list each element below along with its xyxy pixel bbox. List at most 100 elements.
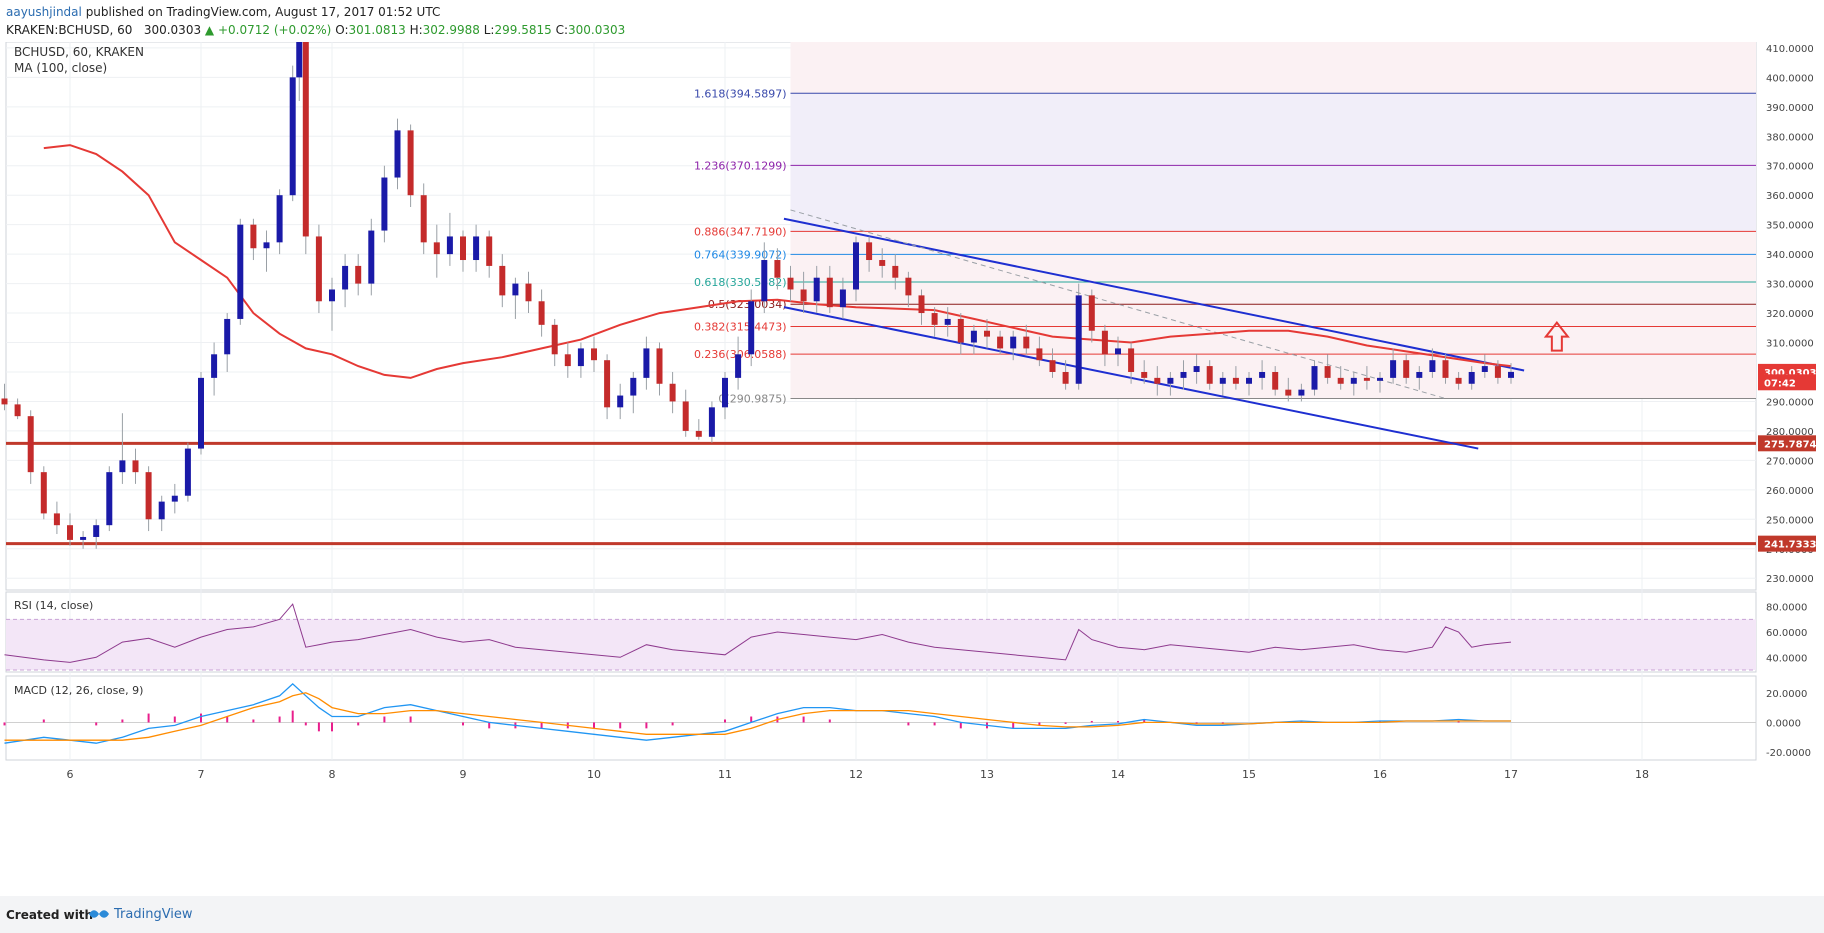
candle-body (970, 330, 977, 343)
candle-body (1259, 371, 1266, 378)
candle-body (984, 330, 990, 337)
y-tick-label: 380.0000 (1766, 132, 1814, 143)
fib-background (790, 42, 1756, 399)
x-tick-label: 9 (460, 768, 467, 781)
candle-body (1377, 377, 1383, 381)
y-tick-label: 390.0000 (1766, 103, 1814, 114)
candle-body (250, 224, 257, 249)
last-price: 300.0303 (143, 23, 202, 37)
y-tick-label: 290.0000 (1766, 397, 1814, 408)
y-tick-label: 410.0000 (1766, 44, 1814, 55)
candle-body (1337, 377, 1344, 384)
candle-body (1232, 377, 1239, 384)
candle-body (1494, 366, 1501, 378)
high-label: H: (409, 23, 423, 37)
price-label: 275.7874 (1764, 439, 1817, 450)
x-tick-label: 17 (1504, 768, 1518, 781)
candle-body (879, 260, 886, 266)
y-tick-label: 230.0000 (1766, 574, 1814, 585)
time-axis[interactable]: 6 7 8 9 10 11 12 13 14 15 16 17 18 (67, 768, 1650, 781)
chart-area[interactable]: 0(290.9875)0.236(306.0588)0.382(315.4473… (0, 41, 1824, 896)
candle-body (1311, 366, 1318, 390)
candle-body (525, 283, 532, 302)
candle-body (1442, 360, 1449, 378)
candle-body (853, 242, 859, 290)
high-value: 302.9988 (422, 23, 480, 37)
candle-body (1049, 360, 1056, 372)
candle-body (407, 130, 414, 196)
candle-body (1285, 389, 1292, 396)
price-axis[interactable]: 410.0000 400.0000 390.0000 380.0000 370.0000… (1758, 44, 1817, 759)
tradingview-logo[interactable]: TradingView (88, 904, 193, 924)
candle-body (342, 265, 349, 290)
candle-body (839, 289, 846, 308)
candle-body (433, 242, 440, 255)
macd-indicator (3, 683, 1756, 744)
candle-body (800, 289, 807, 302)
candle-body (1154, 377, 1161, 384)
candle-body (1324, 366, 1331, 378)
fib-level-label: 0(290.9875) (718, 393, 786, 406)
candle-body (1023, 336, 1030, 349)
candle-body (722, 377, 728, 408)
fib-level-label: 1.236(370.1299) (694, 159, 787, 172)
candle-body (446, 236, 453, 255)
candle-body (184, 448, 191, 496)
x-tick-label: 16 (1373, 768, 1387, 781)
candle-body (1363, 377, 1370, 381)
candle-body (315, 236, 322, 302)
author-link[interactable]: aayushjindal (6, 5, 82, 19)
candle-body (1481, 366, 1488, 372)
candle-body (237, 224, 244, 319)
legend-ma: MA (100, close) (14, 61, 107, 75)
tradingview-icon (89, 910, 109, 918)
candle-body (473, 236, 480, 261)
rsi-tick-label: 60.0000 (1766, 628, 1807, 639)
candle-body (918, 295, 925, 314)
candle-body (866, 242, 873, 261)
candle-body (394, 130, 401, 178)
publish-line: aayushjindal published on TradingView.co… (6, 5, 440, 19)
candle-body (630, 377, 637, 396)
candle-body (1075, 295, 1082, 384)
candle-body (787, 277, 794, 290)
x-tick-label: 14 (1111, 768, 1125, 781)
support-levels (6, 441, 1756, 546)
y-tick-label: 370.0000 (1766, 162, 1814, 173)
rsi-band (6, 619, 1756, 670)
rsi-indicator (4, 603, 1756, 671)
candle-body (211, 354, 218, 378)
y-tick-label: 260.0000 (1766, 486, 1814, 497)
candle-body (604, 360, 611, 408)
macd-line (4, 683, 1511, 744)
candle-body (198, 377, 204, 449)
candle-body (1180, 371, 1187, 378)
candle-body (486, 236, 493, 266)
footer: Created with TradingView (0, 896, 1824, 933)
candle-body (682, 401, 689, 431)
published-text: published on TradingView.com, August 17,… (85, 5, 441, 19)
price-label: 241.7333 (1764, 540, 1817, 551)
candle-body (145, 472, 152, 520)
candle-body (1455, 377, 1462, 384)
chart-canvas[interactable]: 0(290.9875)0.236(306.0588)0.382(315.4473… (0, 41, 1824, 896)
y-tick-label: 320.0000 (1766, 309, 1814, 320)
candle-body (512, 283, 519, 296)
candle-body (656, 348, 663, 384)
symbol-line: KRAKEN:BCHUSD, 60 300.0303 ▲ +0.0712 (+0… (6, 23, 625, 37)
candle-body (748, 301, 755, 355)
candle-body (171, 495, 178, 502)
fib-level-label: 0.886(347.7190) (694, 225, 787, 238)
candle-body (1508, 371, 1514, 378)
open-value: 301.0813 (348, 23, 406, 37)
candle-body (158, 501, 165, 520)
legend-title: BCHUSD, 60, KRAKEN (14, 45, 144, 59)
fib-zone (790, 93, 1756, 232)
candle-body (695, 430, 702, 437)
macd-tick-label: -20.0000 (1766, 748, 1811, 759)
macd-signal-line (4, 692, 1511, 741)
open-label: O: (335, 23, 349, 37)
tradingview-brand: TradingView (114, 906, 193, 922)
candle-body (551, 324, 558, 355)
fib-level-label: 0.764(339.9072) (694, 248, 787, 261)
